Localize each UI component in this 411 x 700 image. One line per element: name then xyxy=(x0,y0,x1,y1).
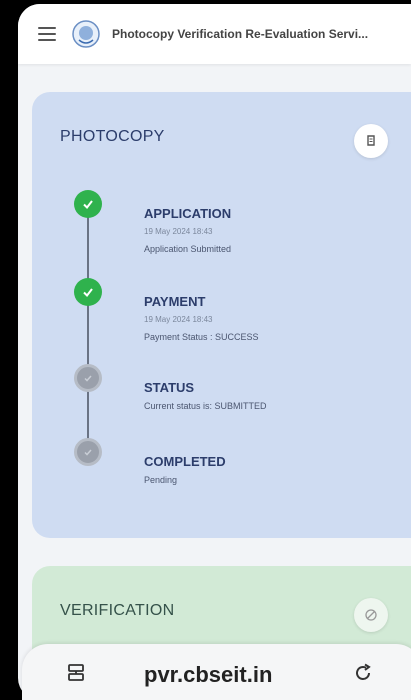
step-name: STATUS xyxy=(144,380,195,395)
step-name: PAYMENT xyxy=(144,294,206,309)
step-complete-check-icon xyxy=(74,278,102,306)
photocopy-action-button[interactable] xyxy=(354,124,388,158)
photocopy-card-title: PHOTOCOPY xyxy=(60,128,165,145)
step-pending-icon xyxy=(74,364,102,392)
site-settings-icon[interactable] xyxy=(66,663,86,685)
app-bar: Photocopy Verification Re-Evaluation Ser… xyxy=(18,4,411,64)
verification-card-title: VERIFICATION xyxy=(60,602,175,619)
step-desc: Application Submitted xyxy=(144,244,232,254)
url-text[interactable]: pvr.cbseit.in xyxy=(144,662,272,688)
phone-screen: Photocopy Verification Re-Evaluation Ser… xyxy=(18,4,411,700)
step-complete-check-icon xyxy=(74,190,102,218)
app-title: Photocopy Verification Re-Evaluation Ser… xyxy=(112,27,369,41)
reload-icon[interactable] xyxy=(352,662,374,684)
menu-icon[interactable] xyxy=(38,27,56,41)
step-name: COMPLETED xyxy=(144,454,226,469)
step-date: 19 May 2024 18:43 xyxy=(144,315,213,324)
timeline-connector xyxy=(87,204,89,449)
step-date: 19 May 2024 18:43 xyxy=(144,227,213,236)
verification-action-button[interactable] xyxy=(354,598,388,632)
step-desc: Payment Status : SUCCESS xyxy=(144,332,259,342)
step-name: APPLICATION xyxy=(144,206,232,221)
disabled-icon xyxy=(365,609,377,621)
photocopy-card: PHOTOCOPY APPLICATION 19 May 2024 18:43 … xyxy=(32,92,411,538)
cbse-logo-icon xyxy=(72,20,100,48)
step-desc: Pending xyxy=(144,475,178,485)
browser-url-bar[interactable]: pvr.cbseit.in xyxy=(22,644,411,700)
step-desc: Current status is: SUBMITTED xyxy=(144,401,267,411)
download-icon xyxy=(367,135,375,146)
step-pending-icon xyxy=(74,438,102,466)
